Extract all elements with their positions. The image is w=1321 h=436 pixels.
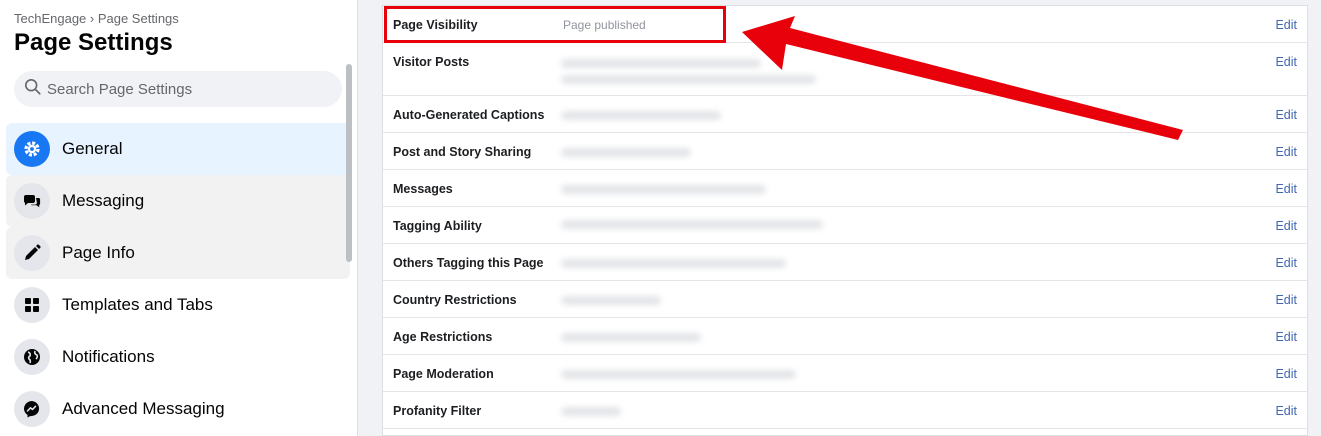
setting-label: Auto-Generated Captions xyxy=(393,108,545,122)
blurred-value xyxy=(561,185,766,194)
edit-link[interactable]: Edit xyxy=(1275,367,1297,381)
settings-row-others-tagging-this-page[interactable]: Others Tagging this Page Edit xyxy=(383,244,1307,281)
globe-icon xyxy=(14,339,50,375)
sidebar-item-label: Advanced Messaging xyxy=(62,399,225,418)
sidebar-item-notifications[interactable]: Notifications xyxy=(6,331,350,383)
sidebar-item-label: Page Info xyxy=(62,243,135,262)
edit-link[interactable]: Edit xyxy=(1275,145,1297,159)
sidebar-item-advanced-messaging[interactable]: Advanced Messaging xyxy=(6,383,350,435)
setting-label: Page Moderation xyxy=(393,367,494,381)
search-icon xyxy=(24,78,42,101)
blurred-value xyxy=(561,407,621,416)
blurred-value xyxy=(561,259,786,268)
setting-label: Age Restrictions xyxy=(393,330,493,344)
edit-link[interactable]: Edit xyxy=(1275,256,1297,270)
search-box[interactable] xyxy=(14,71,342,107)
sidebar-item-label: Notifications xyxy=(62,347,155,366)
sidebar-scrollbar[interactable] xyxy=(346,64,352,262)
page-title: Page Settings xyxy=(14,29,173,56)
blurred-value xyxy=(561,220,823,229)
gear-icon xyxy=(14,131,50,167)
edit-link[interactable]: Edit xyxy=(1275,182,1297,196)
setting-label: Messages xyxy=(393,182,453,196)
settings-row-profanity-filter[interactable]: Profanity Filter Edit xyxy=(383,392,1307,429)
blurred-value xyxy=(561,75,816,84)
settings-panel: Page Visibility Page published Edit Visi… xyxy=(382,5,1308,436)
settings-row-auto-generated-captions[interactable]: Auto-Generated Captions Edit xyxy=(383,96,1307,133)
setting-label: Tagging Ability xyxy=(393,219,482,233)
edit-link[interactable]: Edit xyxy=(1275,108,1297,122)
search-input[interactable] xyxy=(47,80,327,98)
setting-label: Others Tagging this Page xyxy=(393,256,544,270)
settings-row-age-restrictions[interactable]: Age Restrictions Edit xyxy=(383,318,1307,355)
settings-row-page-moderation[interactable]: Page Moderation Edit xyxy=(383,355,1307,392)
breadcrumb[interactable]: TechEngage › Page Settings xyxy=(14,11,179,26)
edit-link[interactable]: Edit xyxy=(1275,219,1297,233)
blurred-value xyxy=(561,148,691,157)
sidebar-item-messaging[interactable]: Messaging xyxy=(6,175,350,227)
sidebar-item-label: Messaging xyxy=(62,191,145,210)
edit-link[interactable]: Edit xyxy=(1275,330,1297,344)
blurred-value xyxy=(561,333,701,342)
sidebar-item-label: Templates and Tabs xyxy=(62,295,213,314)
setting-label: Post and Story Sharing xyxy=(393,145,532,159)
blurred-value xyxy=(561,296,661,305)
sidebar-item-label: General xyxy=(62,139,123,158)
sidebar-item-general[interactable]: General xyxy=(6,123,350,175)
settings-row-visitor-posts[interactable]: Visitor Posts Edit xyxy=(383,43,1307,96)
blurred-value xyxy=(561,59,761,68)
setting-label: Profanity Filter xyxy=(393,404,482,418)
settings-row-country-restrictions[interactable]: Country Restrictions Edit xyxy=(383,281,1307,318)
blurred-value xyxy=(561,370,796,379)
edit-link[interactable]: Edit xyxy=(1275,293,1297,307)
settings-row-messages[interactable]: Messages Edit xyxy=(383,170,1307,207)
edit-link[interactable]: Edit xyxy=(1275,55,1297,69)
highlight-box xyxy=(384,6,726,43)
blurred-value xyxy=(561,111,721,120)
grid-icon xyxy=(14,287,50,323)
sidebar-nav: General Messaging Page Info Templates an… xyxy=(6,123,350,435)
edit-link[interactable]: Edit xyxy=(1275,404,1297,418)
setting-label: Visitor Posts xyxy=(393,55,470,69)
setting-label: Country Restrictions xyxy=(393,293,517,307)
messenger-icon xyxy=(14,391,50,427)
sidebar-item-page-info[interactable]: Page Info xyxy=(6,227,350,279)
sidebar: TechEngage › Page Settings Page Settings… xyxy=(0,0,358,436)
chat-bubbles-icon xyxy=(14,183,50,219)
settings-row-tagging-ability[interactable]: Tagging Ability Edit xyxy=(383,207,1307,244)
settings-row-post-and-story-sharing[interactable]: Post and Story Sharing Edit xyxy=(383,133,1307,170)
sidebar-item-templates-and-tabs[interactable]: Templates and Tabs xyxy=(6,279,350,331)
edit-link[interactable]: Edit xyxy=(1275,18,1297,32)
pencil-icon xyxy=(14,235,50,271)
